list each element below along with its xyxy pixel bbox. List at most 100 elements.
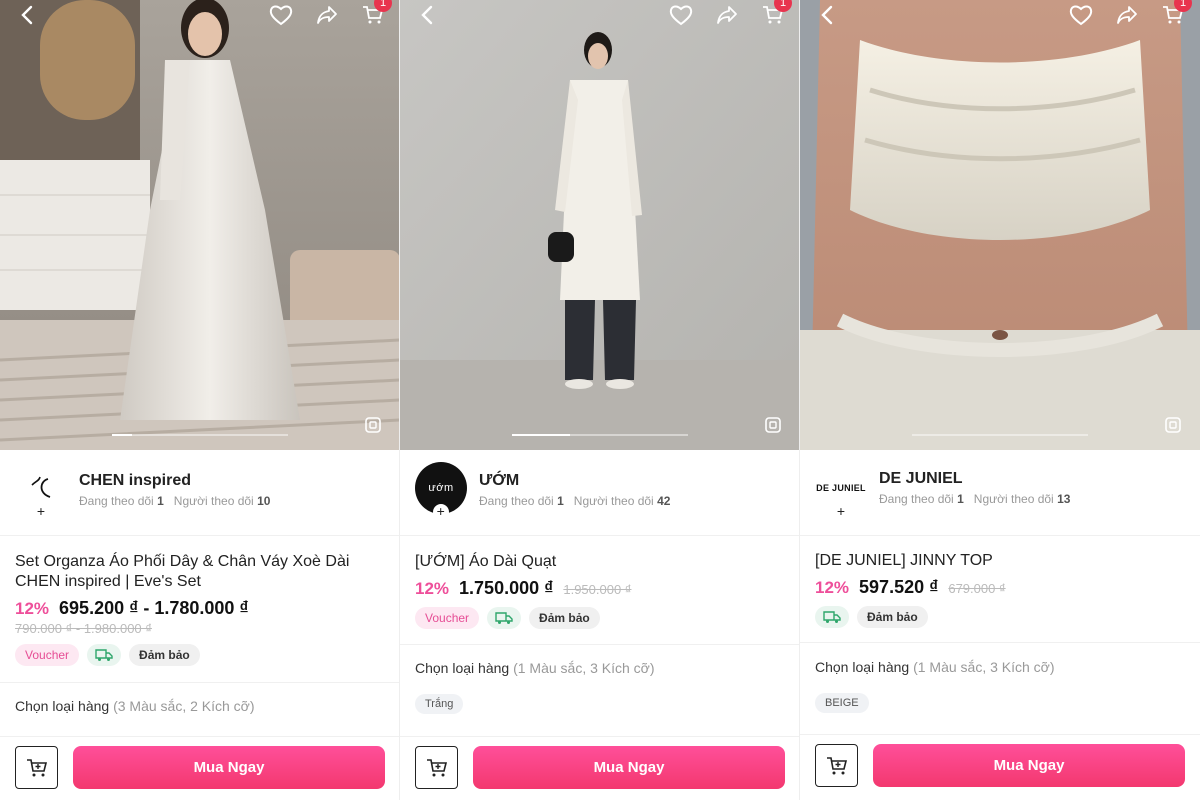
followers-count: 13 <box>1057 492 1071 506</box>
followers-label: Người theo dõi <box>173 494 254 508</box>
add-to-cart-button[interactable] <box>415 746 458 789</box>
followers-count: 42 <box>657 494 671 508</box>
add-to-cart-icon <box>826 756 847 774</box>
truck-icon <box>815 606 849 628</box>
shop-logo-text: DE JUNIEL <box>816 483 866 493</box>
following-count: 1 <box>957 492 964 506</box>
top-bar: 1 <box>800 0 1200 32</box>
divider <box>0 682 399 683</box>
guarantee-tag[interactable]: Đảm bảo <box>129 644 200 666</box>
followers-count: 10 <box>257 494 271 508</box>
shop-name[interactable]: CHEN inspired <box>79 472 191 490</box>
buy-now-button[interactable]: Mua Ngay <box>873 744 1185 787</box>
screen: 1 + CHEN inspired Đang theo dõi 1 Người … <box>0 0 1200 800</box>
bottom-bar: Mua Ngay <box>0 736 399 800</box>
heart-icon[interactable] <box>268 2 294 28</box>
truck-icon <box>487 607 522 629</box>
following-label: Đang theo dõi <box>879 492 954 506</box>
add-to-cart-button[interactable] <box>15 746 58 789</box>
add-to-cart-icon <box>26 758 47 776</box>
original-price: 1.950.000 ₫ <box>563 582 632 597</box>
back-icon[interactable] <box>814 2 840 28</box>
guarantee-tag[interactable]: Đảm bảo <box>857 606 928 628</box>
shop-logo[interactable]: ướm + <box>415 462 467 520</box>
discount-percent: 12% <box>15 599 50 618</box>
original-price: 679.000 ₫ <box>948 581 1006 596</box>
top-bar: 1 <box>0 0 399 32</box>
share-icon[interactable] <box>1114 2 1140 28</box>
price-row: 12% 1.750.000 ₫ 1.950.000 ₫ <box>415 578 787 599</box>
variant-chip[interactable]: Trắng <box>415 694 464 714</box>
share-icon[interactable] <box>714 2 740 28</box>
image-slider-indicator <box>512 434 688 436</box>
tag-row: Đảm bảo <box>815 606 1188 628</box>
product-panel-uom: 1 ướm + ƯỚM Đang theo dõi 1 Người theo d… <box>400 0 800 800</box>
shop-follow-stats: Đang theo dõi 1 Người theo dõi 13 <box>879 492 1070 506</box>
shop-logo[interactable]: + <box>15 462 67 520</box>
divider <box>800 642 1200 643</box>
heart-icon[interactable] <box>1068 2 1094 28</box>
product-info: [DE JUNIEL] JINNY TOP 12% 597.520 ₫ 679.… <box>815 551 1188 628</box>
chen-logo-icon <box>31 476 51 498</box>
variant-chip[interactable]: BEIGE <box>815 693 869 713</box>
product-photo <box>400 0 799 450</box>
expand-icon[interactable] <box>764 416 782 434</box>
follow-plus-icon[interactable]: + <box>833 504 849 520</box>
back-icon[interactable] <box>414 2 440 28</box>
voucher-tag[interactable]: Voucher <box>415 607 480 629</box>
shop-name[interactable]: ƯỚM <box>479 472 519 490</box>
truck-icon <box>87 644 122 666</box>
follow-plus-icon[interactable]: + <box>433 504 449 520</box>
shop-row[interactable]: DE JUNIEL + DE JUNIEL Đang theo dõi 1 Ng… <box>800 450 1200 536</box>
discount-percent: 12% <box>815 578 850 597</box>
heart-icon[interactable] <box>668 2 694 28</box>
product-info: [ƯỚM] Áo Dài Quạt 12% 1.750.000 ₫ 1.950.… <box>415 552 787 629</box>
shop-logo-text: ướm <box>428 482 454 494</box>
following-label: Đang theo dõi <box>479 494 554 508</box>
product-image[interactable]: 1 <box>800 0 1200 450</box>
choose-variant-detail: (3 Màu sắc, 2 Kích cỡ) <box>113 698 255 714</box>
shop-logo[interactable]: DE JUNIEL + <box>815 462 867 520</box>
product-image[interactable]: 1 <box>0 0 399 450</box>
choose-variant-label: Chọn loại hàng <box>15 698 110 714</box>
voucher-tag[interactable]: Voucher <box>15 644 80 666</box>
choose-variant[interactable]: Chọn loại hàng (3 Màu sắc, 2 Kích cỡ) <box>15 698 255 714</box>
tag-row: Voucher Đảm bảo <box>415 607 787 629</box>
following-label: Đang theo dõi <box>79 494 154 508</box>
followers-label: Người theo dõi <box>573 494 654 508</box>
shop-name[interactable]: DE JUNIEL <box>879 470 963 488</box>
bottom-bar: Mua Ngay <box>400 736 799 800</box>
current-price: 695.200 ₫ - 1.780.000 ₫ <box>59 598 249 618</box>
guarantee-tag[interactable]: Đảm bảo <box>529 607 600 629</box>
expand-icon[interactable] <box>364 416 382 434</box>
choose-variant[interactable]: Chọn loại hàng (1 Màu sắc, 3 Kích cỡ) <box>415 660 655 676</box>
product-title: [DE JUNIEL] JINNY TOP <box>815 552 993 569</box>
followers-label: Người theo dõi <box>973 492 1054 506</box>
buy-now-button[interactable]: Mua Ngay <box>473 746 785 789</box>
discount-percent: 12% <box>415 579 450 598</box>
back-icon[interactable] <box>14 2 40 28</box>
expand-icon[interactable] <box>1164 416 1182 434</box>
shop-follow-stats: Đang theo dõi 1 Người theo dõi 10 <box>79 494 270 508</box>
cart-count-badge: 1 <box>1174 0 1192 12</box>
share-icon[interactable] <box>314 2 340 28</box>
current-price: 597.520 ₫ <box>859 577 939 597</box>
price-row: 12% 597.520 ₫ 679.000 ₫ <box>815 577 1188 598</box>
image-slider-indicator <box>112 434 288 436</box>
buy-now-button[interactable]: Mua Ngay <box>73 746 385 789</box>
product-photo <box>800 0 1200 450</box>
following-count: 1 <box>557 494 564 508</box>
shop-row[interactable]: + CHEN inspired Đang theo dõi 1 Người th… <box>0 450 399 536</box>
follow-plus-icon[interactable]: + <box>33 504 49 520</box>
product-panel-chen: 1 + CHEN inspired Đang theo dõi 1 Người … <box>0 0 400 800</box>
add-to-cart-icon <box>426 758 447 776</box>
cart-count-badge: 1 <box>374 0 392 12</box>
image-slider-indicator <box>912 434 1088 436</box>
choose-variant[interactable]: Chọn loại hàng (1 Màu sắc, 3 Kích cỡ) <box>815 659 1055 675</box>
bottom-bar: Mua Ngay <box>800 734 1200 798</box>
add-to-cart-button[interactable] <box>815 744 858 787</box>
shop-row[interactable]: ướm + ƯỚM Đang theo dõi 1 Người theo dõi… <box>400 450 799 536</box>
current-price: 1.750.000 ₫ <box>459 578 554 598</box>
original-price: 790.000 ₫ - 1.980.000 ₫ <box>15 621 152 636</box>
product-image[interactable]: 1 <box>400 0 799 450</box>
